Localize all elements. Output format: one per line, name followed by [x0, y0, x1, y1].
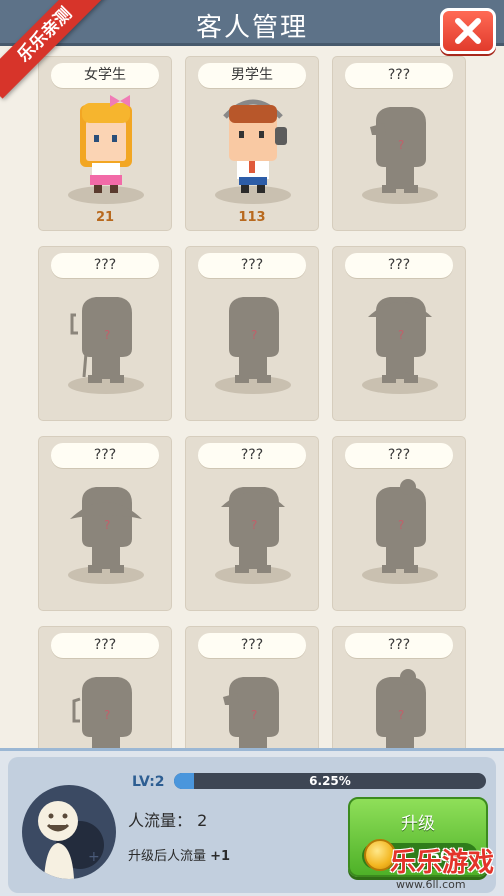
upgrade-label: 升级	[401, 814, 435, 834]
svg-text:?: ?	[398, 138, 404, 152]
guest-name: ???	[198, 253, 306, 278]
svg-text:?: ?	[104, 328, 110, 342]
level-label: LV:2	[132, 774, 165, 790]
guest-name: ???	[51, 443, 159, 468]
close-icon	[455, 18, 481, 44]
guest-name: ???	[51, 253, 159, 278]
guest-card[interactable]: ????	[332, 246, 466, 421]
guest-name: ???	[345, 253, 453, 278]
svg-text:?: ?	[398, 518, 404, 532]
svg-text:?: ?	[398, 708, 404, 722]
svg-text:?: ?	[104, 708, 110, 722]
guest-card[interactable]: ????	[38, 626, 172, 748]
locked-silhouette-icon: ?	[56, 467, 156, 587]
girl-figure	[56, 87, 156, 207]
guest-count: 21	[95, 210, 115, 225]
locked-silhouette-icon: ?	[203, 277, 303, 397]
level-progress-text: 6.25%	[309, 774, 351, 788]
svg-text:+: +	[88, 849, 100, 865]
avatar-icon: +	[38, 801, 104, 879]
watermark-url: www.6ll.com	[396, 878, 466, 891]
svg-text:?: ?	[251, 708, 257, 722]
guest-card[interactable]: ????	[185, 246, 319, 421]
guest-card[interactable]: ????	[332, 436, 466, 611]
guest-card[interactable]: ????	[332, 626, 466, 748]
after-upgrade-label: 升级后人流量	[128, 849, 207, 864]
guest-count: 113	[238, 210, 266, 225]
guest-flow-value: 2	[197, 811, 208, 830]
locked-silhouette-icon: ?	[350, 87, 450, 207]
svg-text:?: ?	[251, 518, 257, 532]
locked-silhouette-icon: ?	[56, 657, 156, 748]
guest-card[interactable]: 男学生 113	[185, 56, 319, 231]
level-progress-bar: 6.25%	[174, 773, 486, 789]
locked-silhouette-icon: ?	[56, 277, 156, 397]
guest-name: ???	[51, 633, 159, 658]
guest-name: ???	[345, 633, 453, 658]
site-watermark: 乐乐游戏 www.6ll.com	[386, 842, 504, 896]
guest-name: 女学生	[51, 63, 159, 88]
locked-silhouette-icon: ?	[350, 657, 450, 748]
locked-silhouette-icon: ?	[350, 277, 450, 397]
guest-flow: 人流量： 2	[128, 807, 207, 831]
locked-silhouette-icon: ?	[203, 467, 303, 587]
after-upgrade-value: +1	[210, 849, 231, 864]
guest-grid: 女学生 21 男学生 113?????????????????????????????…	[0, 56, 504, 748]
guest-card[interactable]: ????	[38, 436, 172, 611]
guest-name: ???	[345, 63, 453, 88]
boy-figure	[203, 87, 303, 207]
locked-silhouette-icon: ?	[203, 657, 303, 748]
svg-text:?: ?	[251, 328, 257, 342]
guest-card[interactable]: ????	[185, 626, 319, 748]
guest-flow-label: 人流量：	[128, 811, 193, 830]
watermark-title: 乐乐游戏	[390, 848, 495, 878]
locked-silhouette-icon: ?	[350, 467, 450, 587]
svg-text:?: ?	[104, 518, 110, 532]
guest-name: 男学生	[198, 63, 306, 88]
after-upgrade-flow: 升级后人流量 +1	[128, 845, 230, 864]
guest-name: ???	[345, 443, 453, 468]
guest-card[interactable]: 女学生 21	[38, 56, 172, 231]
guest-card[interactable]: ????	[185, 436, 319, 611]
guest-flow-avatar: +	[22, 785, 116, 879]
guest-name: ???	[198, 443, 306, 468]
guest-card[interactable]: ????	[38, 246, 172, 421]
svg-text:?: ?	[398, 328, 404, 342]
close-button[interactable]	[440, 8, 496, 54]
guest-card[interactable]: ????	[332, 56, 466, 231]
guest-name: ???	[198, 633, 306, 658]
